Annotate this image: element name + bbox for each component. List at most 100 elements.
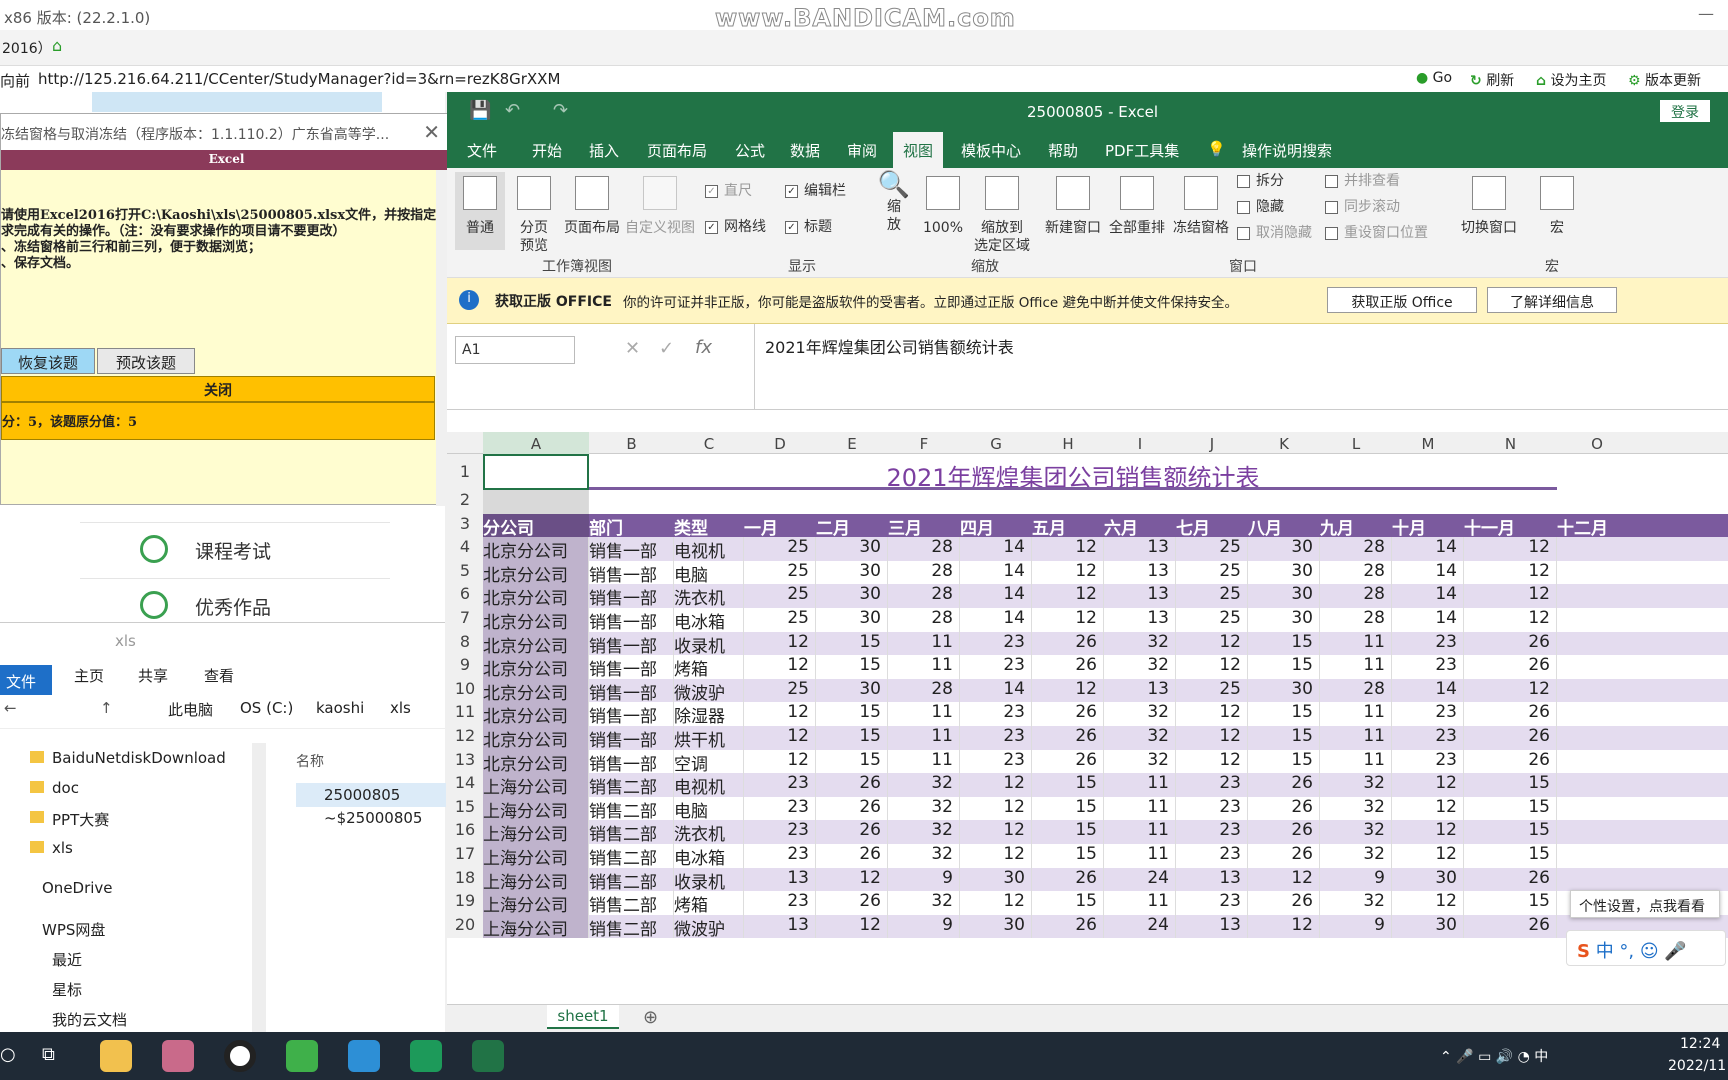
cell[interactable]: 上海分公司: [483, 914, 589, 939]
cell[interactable]: 九月: [1320, 514, 1392, 538]
explorer-tab-view[interactable]: 查看: [204, 665, 234, 686]
cell[interactable]: 12: [1032, 584, 1104, 608]
cell[interactable]: 23: [1176, 820, 1248, 844]
cell[interactable]: 26: [816, 820, 888, 844]
formula-bar-checkbox[interactable]: ✓ 编辑栏: [785, 182, 846, 200]
cell[interactable]: 15: [816, 749, 888, 774]
switch-windows-button[interactable]: 切换窗口: [1457, 176, 1521, 237]
cell[interactable]: 26: [1464, 655, 1557, 679]
cell[interactable]: 30: [1248, 537, 1320, 561]
tree-item[interactable]: BaiduNetdiskDownload: [52, 749, 226, 767]
column-header-E[interactable]: E: [816, 435, 888, 453]
cell[interactable]: 11: [1104, 773, 1176, 797]
cell[interactable]: 12: [744, 726, 816, 750]
cell[interactable]: 14: [1392, 537, 1464, 561]
cell[interactable]: 23: [1176, 891, 1248, 915]
cell[interactable]: 12: [1032, 608, 1104, 632]
cell[interactable]: [483, 454, 589, 490]
cell[interactable]: 除湿器: [674, 702, 744, 726]
cell[interactable]: 26: [1248, 773, 1320, 797]
cancel-icon[interactable]: ✕: [625, 338, 640, 359]
cell[interactable]: 13: [744, 914, 816, 939]
row-header[interactable]: 2: [447, 490, 483, 514]
cell[interactable]: 12: [960, 820, 1032, 844]
app-icon[interactable]: [162, 1040, 194, 1072]
tree-item-clouddocs[interactable]: 我的云文档: [52, 1009, 127, 1030]
cell[interactable]: 四月: [960, 514, 1032, 538]
cell[interactable]: 北京分公司: [483, 726, 589, 750]
cell[interactable]: 11: [1320, 702, 1392, 726]
search-icon[interactable]: ○: [0, 1044, 16, 1065]
cell[interactable]: 14: [960, 608, 1032, 632]
cell[interactable]: 12: [1176, 631, 1248, 656]
minimize-icon[interactable]: —: [1698, 4, 1714, 23]
go-button[interactable]: ● Go: [1416, 70, 1452, 86]
cell[interactable]: 25: [744, 608, 816, 632]
row-header[interactable]: 3: [447, 513, 483, 538]
cell[interactable]: 32: [1320, 773, 1392, 797]
column-name-header[interactable]: 名称: [296, 751, 324, 771]
cell[interactable]: 25: [1176, 608, 1248, 632]
cell[interactable]: 15: [1464, 820, 1557, 844]
cell[interactable]: 11: [1320, 726, 1392, 750]
cell[interactable]: 23: [960, 726, 1032, 750]
cell[interactable]: 28: [1320, 608, 1392, 632]
cell[interactable]: 12: [960, 891, 1032, 915]
cell[interactable]: 26: [1464, 702, 1557, 726]
cell[interactable]: 32: [1320, 844, 1392, 868]
record-icon[interactable]: [224, 1040, 256, 1072]
cell[interactable]: 15: [1464, 844, 1557, 868]
cell[interactable]: 26: [1032, 914, 1104, 939]
cell[interactable]: 一月: [744, 514, 816, 538]
explorer-tab-home[interactable]: 主页: [74, 665, 104, 686]
cell[interactable]: [483, 490, 589, 514]
browser-tab[interactable]: 2016）: [2, 38, 52, 58]
cell[interactable]: 23: [960, 749, 1032, 774]
cell[interactable]: 30: [816, 537, 888, 561]
row-header[interactable]: 9: [447, 655, 483, 679]
cell[interactable]: 洗衣机: [674, 584, 744, 608]
cell[interactable]: 11: [888, 726, 960, 750]
cell[interactable]: 32: [1104, 726, 1176, 750]
cell[interactable]: 15: [1464, 796, 1557, 821]
row-header[interactable]: 11: [447, 702, 483, 726]
cell[interactable]: 26: [1032, 631, 1104, 656]
cell[interactable]: 销售二部: [589, 796, 674, 821]
cell[interactable]: 12: [960, 773, 1032, 797]
cell[interactable]: 销售一部: [589, 537, 674, 561]
cell[interactable]: 北京分公司: [483, 655, 589, 679]
menu-course-exam[interactable]: 课程考试: [80, 522, 390, 578]
cell[interactable]: 分公司: [483, 513, 589, 538]
column-header-D[interactable]: D: [744, 435, 816, 453]
cell[interactable]: 烤箱: [674, 891, 744, 915]
page-layout-button[interactable]: 页面布局: [561, 176, 623, 237]
cell[interactable]: 32: [1104, 631, 1176, 656]
cell[interactable]: 12: [744, 749, 816, 774]
custom-views-button[interactable]: 自定义视图: [623, 176, 697, 237]
tab-pagelayout[interactable]: 页面布局: [647, 140, 707, 161]
cell[interactable]: 11: [888, 749, 960, 774]
cell[interactable]: 23: [744, 796, 816, 821]
cell[interactable]: 销售一部: [589, 678, 674, 703]
cell[interactable]: 销售二部: [589, 844, 674, 868]
function-icon[interactable]: fx: [695, 337, 712, 358]
cell[interactable]: 收录机: [674, 867, 744, 892]
cell[interactable]: 30: [816, 608, 888, 632]
cell[interactable]: 23: [744, 891, 816, 915]
cell[interactable]: 12: [960, 796, 1032, 821]
cell[interactable]: 14: [960, 560, 1032, 585]
row-header[interactable]: 7: [447, 608, 483, 632]
cell[interactable]: 26: [1248, 844, 1320, 868]
cell[interactable]: 26: [816, 891, 888, 915]
tray-icons[interactable]: ⌃ 🎤 ▭ 🔊 ◔ 中: [1440, 1046, 1548, 1066]
cell[interactable]: 收录机: [674, 631, 744, 656]
tab-view[interactable]: 视图: [893, 132, 944, 168]
cell[interactable]: 23: [1392, 702, 1464, 726]
cell[interactable]: 15: [1032, 796, 1104, 821]
close-icon[interactable]: ✕: [423, 120, 440, 144]
column-header-C[interactable]: C: [674, 435, 744, 453]
cell[interactable]: 23: [960, 702, 1032, 726]
path-drive[interactable]: OS (C:): [240, 699, 293, 717]
enter-icon[interactable]: ✓: [659, 338, 674, 359]
cell[interactable]: 32: [888, 820, 960, 844]
